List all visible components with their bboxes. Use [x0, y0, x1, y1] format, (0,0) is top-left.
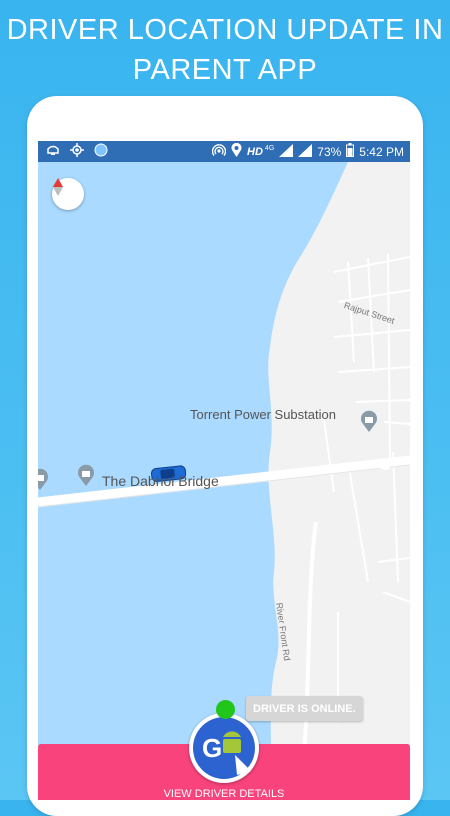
- signal-icon-2: [298, 143, 313, 160]
- battery-icon: [346, 143, 355, 160]
- roundabout: [379, 458, 391, 470]
- map-view[interactable]: Torrent Power Substation The Dabhoi Brid…: [38, 162, 410, 800]
- online-indicator-icon: [216, 700, 235, 719]
- compass-icon: [53, 178, 63, 196]
- notification-icon: [46, 144, 60, 159]
- android-logo-icon: G: [202, 731, 251, 775]
- status-bar: HD 4G 73% 5:42 PM: [38, 141, 410, 162]
- gps-icon: [70, 143, 84, 160]
- promo-headline-line2: PARENT APP: [132, 54, 318, 86]
- svg-text:G: G: [202, 733, 222, 763]
- hotspot-icon: [211, 143, 227, 160]
- app-logo: G: [189, 713, 259, 783]
- signal-type-label: 4G: [264, 145, 275, 152]
- signal-icon: [279, 143, 294, 160]
- clock: 5:42 PM: [359, 144, 404, 159]
- app-logo-inner: G: [193, 717, 255, 779]
- promo-headline-line1: DRIVER LOCATION UPDATE IN: [6, 14, 444, 46]
- label-bridge: The Dabhoi Bridge: [102, 473, 219, 489]
- driver-status-badge: DRIVER IS ONLINE.: [246, 696, 363, 721]
- compass-button[interactable]: [52, 178, 84, 210]
- promo-headline: DRIVER LOCATION UPDATE IN PARENT APP: [0, 10, 450, 90]
- battery-percent: 73%: [317, 144, 342, 159]
- label-substation: Torrent Power Substation: [190, 407, 336, 422]
- view-driver-details-button[interactable]: VIEW DRIVER DETAILS: [38, 788, 410, 800]
- sync-icon: [94, 143, 108, 160]
- network-type-label: HD: [247, 145, 263, 158]
- location-icon: [231, 142, 242, 160]
